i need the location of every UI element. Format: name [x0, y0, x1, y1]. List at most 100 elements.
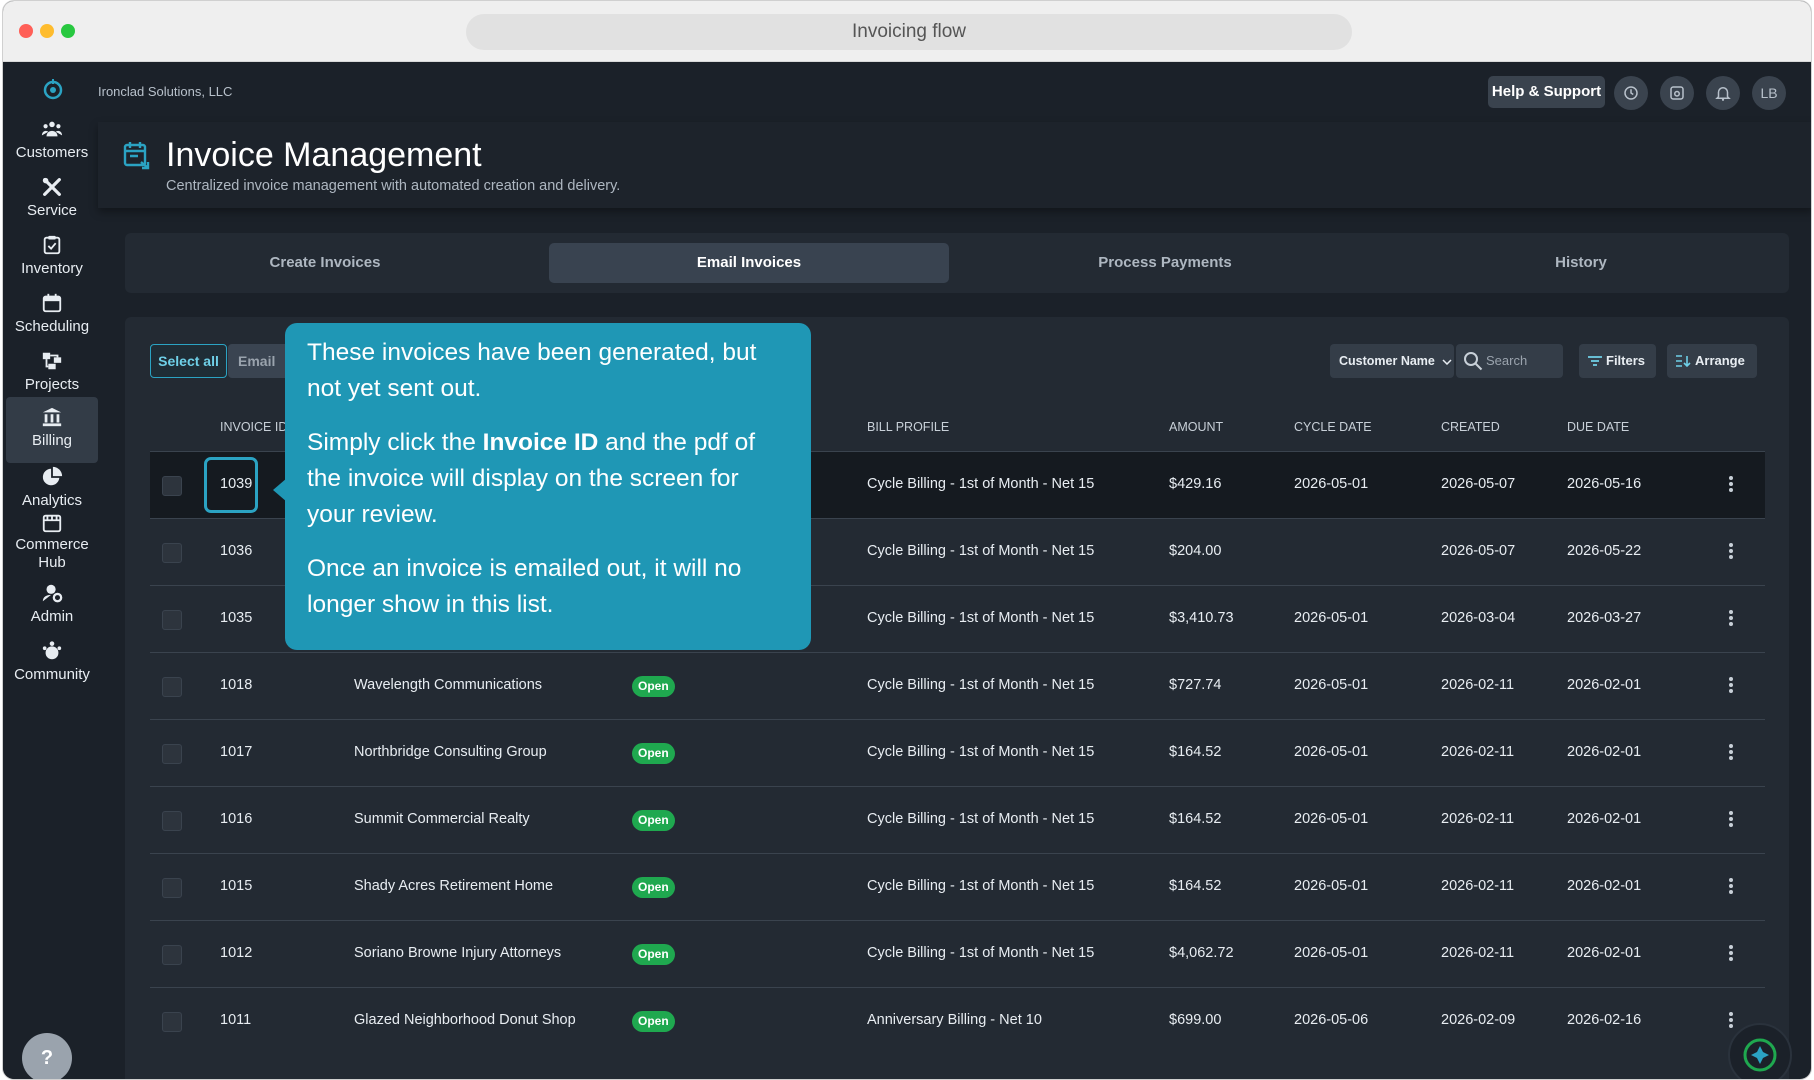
- sidebar-item-scheduling[interactable]: Scheduling: [6, 283, 98, 349]
- column-header-bill-profile[interactable]: BILL PROFILE: [867, 420, 949, 434]
- table-row[interactable]: 1012 Soriano Browne Injury Attorneys Ope…: [150, 920, 1765, 987]
- projects-icon: [42, 352, 62, 370]
- sort-field-label: Customer Name: [1339, 354, 1435, 368]
- table-row[interactable]: 1016 Summit Commercial Realty Open Cycle…: [150, 786, 1765, 853]
- row-checkbox[interactable]: [162, 811, 182, 831]
- minimize-window-button[interactable]: [40, 24, 54, 38]
- table-row[interactable]: 1018 Wavelength Communications Open Cycl…: [150, 652, 1765, 719]
- select-all-button[interactable]: Select all: [150, 344, 227, 378]
- due-date-cell: 2026-02-01: [1567, 878, 1642, 894]
- tab-bar: Create Invoices Email Invoices Process P…: [125, 233, 1789, 293]
- sidebar: Customers Service Inventory Scheduling P…: [3, 62, 98, 1079]
- more-options-icon[interactable]: [1728, 742, 1734, 762]
- invoice-id-link[interactable]: 1039: [220, 476, 252, 492]
- row-checkbox[interactable]: [162, 476, 182, 496]
- tooltip-paragraph: These invoices have been generated, but …: [307, 339, 757, 402]
- invoice-id-link[interactable]: 1011: [220, 1012, 251, 1028]
- due-date-cell: 2026-02-01: [1567, 811, 1642, 827]
- more-options-icon[interactable]: [1728, 876, 1734, 896]
- app-logo-icon[interactable]: [41, 77, 65, 101]
- row-checkbox[interactable]: [162, 945, 182, 965]
- service-icon: [42, 177, 61, 196]
- bill-profile-cell: Cycle Billing - 1st of Month - Net 15: [867, 744, 1095, 760]
- invoice-id-link[interactable]: 1017: [220, 744, 252, 760]
- history-icon[interactable]: [1614, 76, 1648, 110]
- maximize-window-button[interactable]: [61, 24, 75, 38]
- row-checkbox[interactable]: [162, 610, 182, 630]
- due-date-cell: 2026-05-22: [1567, 543, 1642, 559]
- created-cell: 2026-05-07: [1441, 543, 1516, 559]
- more-options-icon[interactable]: [1728, 943, 1734, 963]
- status-badge: Open: [632, 810, 675, 831]
- community-icon: [42, 641, 62, 660]
- page-subtitle: Centralized invoice management with auto…: [166, 178, 621, 194]
- more-options-icon[interactable]: [1728, 675, 1734, 695]
- page-title: Invoice Management: [166, 136, 482, 174]
- row-checkbox[interactable]: [162, 1012, 182, 1032]
- close-window-button[interactable]: [19, 24, 33, 38]
- sidebar-item-billing[interactable]: Billing: [6, 397, 98, 463]
- arrange-button[interactable]: Arrange: [1667, 344, 1757, 378]
- sidebar-item-label: Service: [26, 202, 78, 219]
- cycle-date-cell: 2026-05-01: [1294, 811, 1369, 827]
- filters-button[interactable]: Filters: [1579, 344, 1656, 378]
- column-header-amount[interactable]: AMOUNT: [1169, 420, 1223, 434]
- invoice-id-link[interactable]: 1018: [220, 677, 252, 693]
- sort-field-select[interactable]: Customer Name: [1330, 344, 1454, 378]
- sidebar-item-admin[interactable]: Admin: [6, 573, 98, 639]
- sidebar-item-label: Admin: [30, 608, 74, 625]
- amount-cell: $727.74: [1169, 677, 1222, 693]
- sidebar-item-community[interactable]: Community: [6, 631, 98, 697]
- user-avatar[interactable]: LB: [1752, 76, 1786, 110]
- invoice-id-link[interactable]: 1035: [220, 610, 252, 626]
- cycle-date-cell: 2026-05-01: [1294, 945, 1369, 961]
- customer-name-cell: Northbridge Consulting Group: [354, 744, 547, 760]
- invoice-id-link[interactable]: 1016: [220, 811, 252, 827]
- column-header-cycle-date[interactable]: CYCLE DATE: [1294, 420, 1372, 434]
- sidebar-item-inventory[interactable]: Inventory: [6, 225, 98, 291]
- row-checkbox[interactable]: [162, 543, 182, 563]
- invoice-id-link[interactable]: 1015: [220, 878, 252, 894]
- bill-profile-cell: Cycle Billing - 1st of Month - Net 15: [867, 945, 1095, 961]
- row-checkbox[interactable]: [162, 878, 182, 898]
- row-checkbox[interactable]: [162, 744, 182, 764]
- row-checkbox[interactable]: [162, 677, 182, 697]
- more-options-icon[interactable]: [1728, 809, 1734, 829]
- bell-icon[interactable]: [1706, 76, 1740, 110]
- tab-create-invoices[interactable]: Create Invoices: [125, 243, 525, 283]
- more-options-icon[interactable]: [1728, 541, 1734, 561]
- table-row[interactable]: 1015 Shady Acres Retirement Home Open Cy…: [150, 853, 1765, 920]
- sidebar-item-label: Projects: [24, 376, 80, 393]
- assistant-button[interactable]: [1728, 1023, 1792, 1079]
- due-date-cell: 2026-02-01: [1567, 677, 1642, 693]
- tab-process-payments[interactable]: Process Payments: [965, 243, 1365, 283]
- tooltip-emphasis: Invoice ID: [482, 429, 599, 456]
- calendar-icon: [42, 293, 62, 313]
- created-cell: 2026-02-11: [1441, 878, 1515, 894]
- invoice-id-link[interactable]: 1012: [220, 945, 252, 961]
- bill-profile-cell: Cycle Billing - 1st of Month - Net 15: [867, 878, 1095, 894]
- more-options-icon[interactable]: [1728, 608, 1734, 628]
- search-input[interactable]: Search: [1456, 344, 1563, 378]
- more-options-icon[interactable]: [1728, 1010, 1734, 1030]
- help-support-button[interactable]: Help & Support: [1488, 76, 1605, 108]
- sidebar-item-customers[interactable]: Customers: [6, 109, 98, 175]
- table-row[interactable]: 1011 Glazed Neighborhood Donut Shop Open…: [150, 987, 1765, 1054]
- more-options-icon[interactable]: [1728, 474, 1734, 494]
- amount-cell: $3,410.73: [1169, 610, 1234, 626]
- sidebar-item-service[interactable]: Service: [6, 167, 98, 233]
- cycle-date-cell: 2026-05-01: [1294, 610, 1369, 626]
- guide-tooltip[interactable]: These invoices have been generated, but …: [285, 323, 811, 650]
- created-cell: 2026-02-11: [1441, 945, 1515, 961]
- created-cell: 2026-05-07: [1441, 476, 1516, 492]
- help-button[interactable]: ?: [22, 1033, 72, 1079]
- tab-history[interactable]: History: [1381, 243, 1781, 283]
- tab-email-invoices[interactable]: Email Invoices: [549, 243, 949, 283]
- column-header-created[interactable]: CREATED: [1441, 420, 1500, 434]
- table-row[interactable]: 1017 Northbridge Consulting Group Open C…: [150, 719, 1765, 786]
- due-date-cell: 2026-05-16: [1567, 476, 1642, 492]
- invoice-id-link[interactable]: 1036: [220, 543, 252, 559]
- column-header-invoice-id[interactable]: INVOICE ID: [220, 420, 287, 434]
- column-header-due-date[interactable]: DUE DATE: [1567, 420, 1629, 434]
- screenshot-icon[interactable]: [1660, 76, 1694, 110]
